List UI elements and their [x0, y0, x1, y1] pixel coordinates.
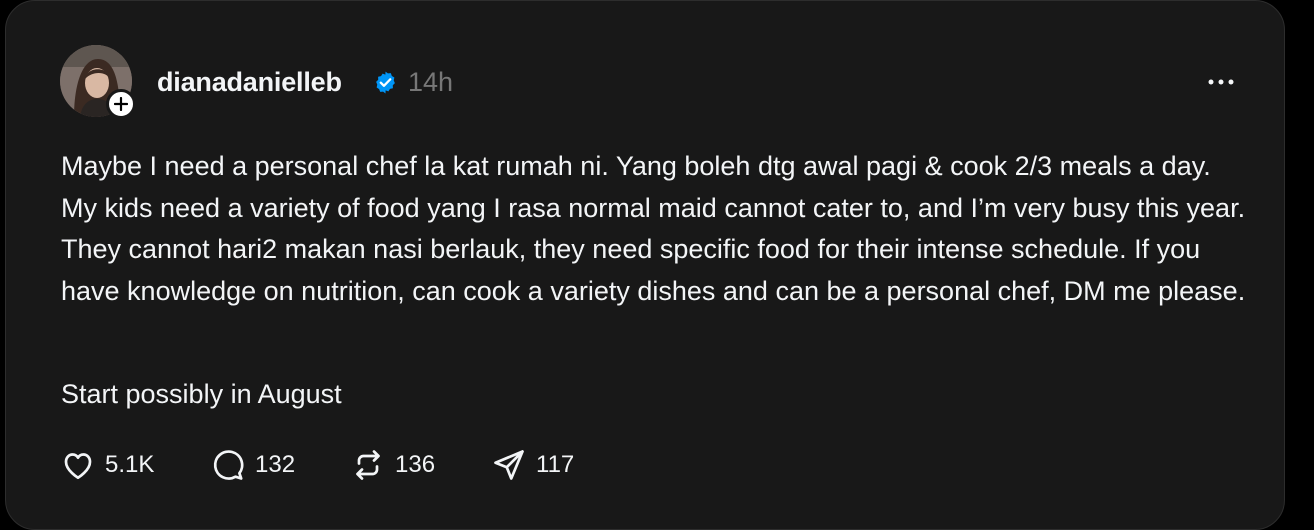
- like-count: 5.1K: [105, 451, 155, 478]
- repost-icon: [356, 450, 380, 480]
- send-icon: [494, 450, 524, 480]
- post-timestamp[interactable]: 14h: [408, 65, 453, 99]
- repost-button[interactable]: 136: [350, 447, 435, 483]
- verified-badge-icon: [376, 71, 395, 94]
- comment-count: 132: [255, 451, 296, 478]
- like-button[interactable]: 5.1K: [60, 447, 154, 483]
- plus-icon: [114, 97, 128, 111]
- comment-button[interactable]: 132: [210, 447, 295, 483]
- post-card: dianadanielleb 14h Maybe I need a person…: [5, 0, 1285, 530]
- post-text-paragraph-2: Start possibly in August: [61, 379, 342, 409]
- username-link[interactable]: dianadanielleb: [157, 65, 342, 99]
- repost-count: 136: [395, 451, 436, 478]
- heart-icon: [64, 453, 92, 480]
- avatar-container[interactable]: [60, 45, 136, 119]
- more-dots-icon[interactable]: [1206, 77, 1236, 87]
- follow-plus-button[interactable]: [106, 89, 136, 119]
- share-count: 117: [536, 451, 575, 478]
- post-text-paragraph-1: Maybe I need a personal chef la kat ruma…: [61, 151, 1246, 306]
- comment-icon: [213, 450, 244, 480]
- share-button[interactable]: 117: [491, 447, 574, 483]
